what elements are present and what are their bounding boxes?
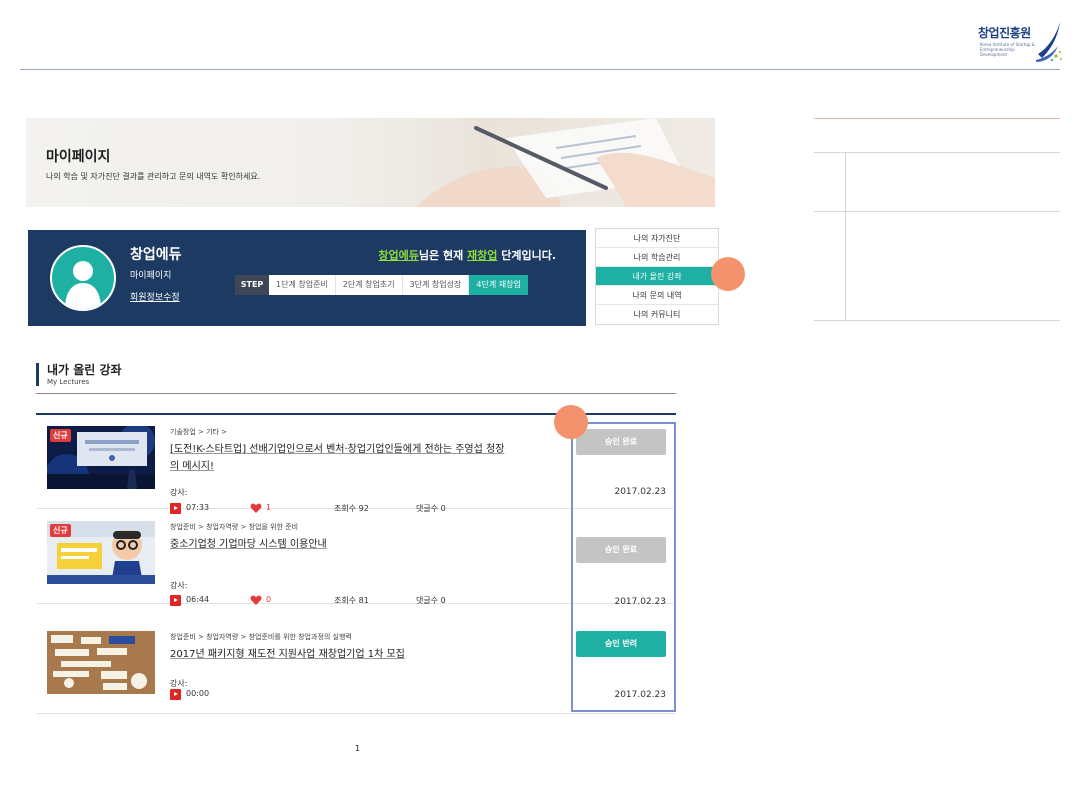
play-icon: [170, 689, 181, 700]
menu-community[interactable]: 나의 커뮤니티: [596, 305, 718, 324]
status-stage: 재창업: [467, 249, 498, 262]
logo-subtitle: Korea Institute of Startup & Entrepreneu…: [980, 42, 1035, 57]
lecture-title-link[interactable]: 2017년 패키지형 재도전 지원사업 재창업기업 1차 모집: [170, 646, 506, 663]
section-accent-bar: [36, 363, 39, 386]
step-1: 1단계 창업준비: [269, 275, 336, 295]
site-logo[interactable]: 창업진흥원 Korea Institute of Startup & Entre…: [978, 20, 1062, 64]
lecture-duration: 06:44: [186, 595, 210, 604]
header-divider: [20, 69, 1060, 70]
new-badge: 신규: [50, 429, 71, 442]
lecture-breadcrumb: 창업준비 > 창업자역량 > 창업을 위한 준비: [170, 523, 299, 531]
menu-inquiries[interactable]: 나의 문의 내역: [596, 286, 718, 305]
profile-card: 창업에듀 마이페이지 회원정보수정 창업에듀님은 현재 재창업 단계입니다. S…: [28, 230, 586, 326]
hero-banner: 마이페이지 나의 학습 및 자가진단 결과를 관리하고 문의 내역도 확인하세요…: [26, 118, 715, 207]
step-2: 2단계 창업초기: [335, 275, 403, 295]
stage-status: 창업에듀님은 현재 재창업 단계입니다.: [378, 247, 556, 263]
lecture-thumbnail[interactable]: [47, 631, 155, 694]
hero-writing-image: [356, 118, 715, 207]
lecture-views: 조회수 81: [334, 596, 369, 605]
pagination-current-page[interactable]: 1: [355, 744, 360, 753]
step-3: 3단계 창업성장: [402, 275, 470, 295]
lecture-comments: 댓글수 0: [416, 596, 446, 605]
annotation-marker-2: [554, 405, 588, 439]
section-subtitle: My Lectures: [47, 378, 90, 386]
lecture-teacher: 강사:: [170, 488, 188, 497]
menu-my-lectures[interactable]: 내가 올린 강좌: [596, 267, 718, 286]
lecture-likes: 0: [266, 595, 272, 604]
mypage-link[interactable]: 마이페이지: [130, 268, 171, 281]
menu-learning[interactable]: 나의 학습관리: [596, 248, 718, 267]
step-label: STEP: [235, 275, 269, 295]
lecture-title-link[interactable]: [도전!K-스타트업] 선배기업인으로서 벤처·창업기업인들에게 전하는 주영섭…: [170, 441, 506, 475]
new-badge: 신규: [50, 524, 71, 537]
annotation-marker-1: [711, 257, 745, 291]
page-description: 나의 학습 및 자가진단 결과를 관리하고 문의 내역도 확인하세요.: [46, 172, 261, 181]
step-indicator: STEP 1단계 창업준비 2단계 창업초기 3단계 창업성장 4단계 재창업: [235, 275, 528, 295]
lecture-thumbnail[interactable]: 신규: [47, 521, 155, 584]
lecture-teacher: 강사:: [170, 679, 188, 688]
avatar: [50, 245, 116, 311]
lecture-title-link[interactable]: 중소기업청 기업마당 시스템 이용안내: [170, 536, 506, 553]
panel-column-rule: [845, 152, 846, 320]
lecture-thumbnail[interactable]: 신규: [47, 426, 155, 489]
user-icon: [65, 261, 101, 309]
logo-name: 창업진흥원: [978, 26, 1031, 40]
mypage-menu: 나의 자가진단 나의 학습관리 내가 올린 강좌 나의 문의 내역 나의 커뮤니…: [595, 228, 719, 325]
panel-top-rule: [814, 118, 1060, 119]
step-4: 4단계 재창업: [469, 275, 528, 295]
lecture-duration: 00:00: [186, 689, 210, 698]
user-name: 창업에듀: [130, 247, 182, 263]
section-title: 내가 올린 강좌: [47, 363, 122, 377]
status-user: 창업에듀: [378, 249, 419, 262]
panel-rule: [814, 152, 1060, 153]
logo-swoosh-icon: [1036, 22, 1062, 62]
panel-rule: [814, 211, 1060, 212]
play-icon: [170, 595, 181, 606]
status-tail: 단계입니다.: [497, 249, 556, 262]
lecture-teacher: 강사:: [170, 581, 188, 590]
section-divider: [36, 393, 676, 394]
page-title: 마이페이지: [46, 149, 111, 165]
panel-rule: [814, 320, 1060, 321]
lecture-breadcrumb: 창업준비 > 창업자역량 > 창업준비를 위한 창업과정의 실행력: [170, 633, 352, 641]
status-mid: 님은 현재: [418, 249, 468, 262]
menu-self-diagnosis[interactable]: 나의 자가진단: [596, 229, 718, 248]
status-column-highlight: [571, 422, 676, 712]
edit-profile-link[interactable]: 회원정보수정: [130, 290, 180, 303]
lecture-breadcrumb: 기술창업 > 기타 >: [170, 428, 228, 436]
heart-icon: [250, 595, 262, 605]
